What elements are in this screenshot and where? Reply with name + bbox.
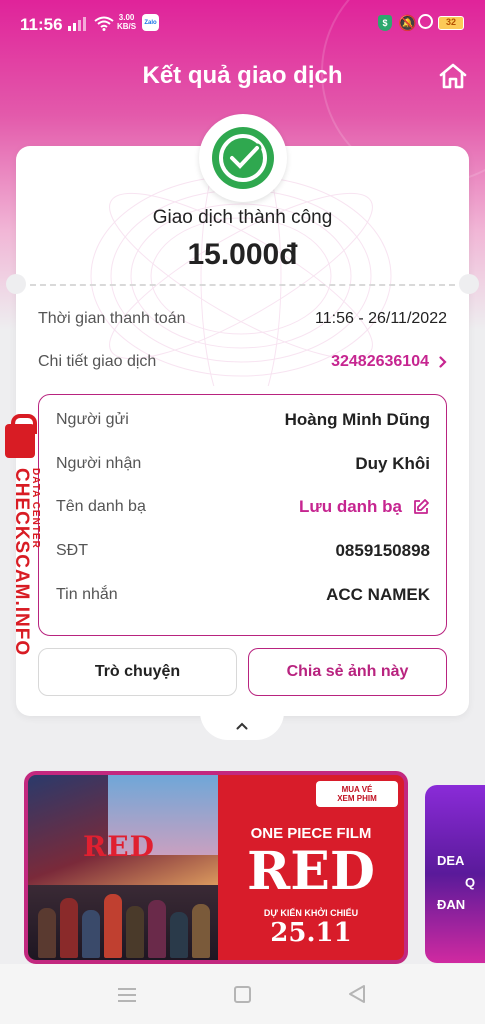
- card-notch-right: [459, 274, 479, 294]
- network-speed-value: 3.00: [118, 13, 135, 22]
- release-date: 25.11: [270, 918, 352, 948]
- back-icon[interactable]: [348, 984, 366, 1004]
- secondary-promo-line-3: ĐAN: [437, 897, 466, 912]
- secondary-promo-banner[interactable]: DEA Q ĐAN: [425, 785, 485, 963]
- recent-apps-icon[interactable]: [118, 988, 136, 1006]
- poster-title: RED: [83, 830, 155, 863]
- system-navigation-bar: [0, 964, 485, 1024]
- contact-name-label: Tên danh bạ: [56, 498, 146, 515]
- save-contact-label: Lưu danh bạ: [299, 497, 402, 516]
- phone-number: 0859150898: [335, 541, 430, 560]
- transaction-id: 32482636104: [331, 353, 429, 370]
- card-notch-left: [6, 274, 26, 294]
- dashed-divider: [30, 284, 455, 286]
- receiver-label: Người nhận: [56, 455, 142, 472]
- transaction-detail-link[interactable]: 32482636104: [331, 353, 447, 371]
- nav-home-icon[interactable]: [234, 986, 251, 1003]
- network-speed: 3.00 KB/S: [117, 13, 136, 31]
- signal-icon: [68, 17, 86, 31]
- secondary-promo-line-1: DEA: [437, 853, 465, 868]
- message-content: ACC NAMEK: [326, 585, 430, 604]
- film-title: RED: [247, 841, 375, 902]
- page-title: Kết quả giao dịch: [142, 62, 343, 89]
- network-speed-unit: KB/S: [117, 22, 137, 31]
- transaction-status: Giao dịch thành công: [152, 207, 333, 228]
- status-time: 11:56: [20, 15, 63, 34]
- edit-icon: [414, 499, 429, 514]
- security-shield-icon: $: [378, 15, 392, 31]
- movie-promo-panel: MUA VÉ XEM PHIM ONE PIECE FILM RED DỰ KI…: [218, 775, 404, 960]
- transaction-details-box: Người gửi Hoàng Minh Dũng Người nhận Duy…: [38, 394, 447, 636]
- movie-poster-image: RED: [28, 775, 218, 960]
- payment-time-label: Thời gian thanh toán: [38, 310, 186, 327]
- share-image-button[interactable]: Chia sẻ ảnh này: [248, 648, 447, 696]
- wifi-icon: [94, 16, 114, 31]
- poster-characters: [28, 885, 218, 960]
- chevron-up-icon: [236, 722, 248, 730]
- phone-label: SĐT: [56, 542, 88, 559]
- film-name: ONE PIECE FILM: [250, 825, 372, 842]
- release-subtitle: DỰ KIẾN KHỞI CHIẾU: [263, 908, 359, 918]
- checkscam-watermark: CHECKSCAM.INFO DATA CENTER: [2, 414, 52, 660]
- chat-button[interactable]: Trò chuyện: [38, 648, 237, 696]
- check-circle-icon: [212, 127, 274, 189]
- sender-label: Người gửi: [56, 411, 129, 428]
- battery-icon: 32: [438, 16, 464, 30]
- payment-time-value: 11:56 - 26/11/2022: [315, 310, 447, 327]
- collapse-toggle[interactable]: [200, 712, 284, 740]
- movie-promo-banner[interactable]: RED MUA VÉ XEM PHIM ONE PIECE FILM RED D…: [24, 771, 408, 964]
- watermark-sub-text: DATA CENTER: [30, 468, 41, 549]
- message-label: Tin nhắn: [56, 586, 118, 603]
- mute-icon: 🔕: [398, 15, 417, 32]
- lock-icon: [5, 414, 37, 458]
- secondary-promo-text: DEA Q ĐAN: [437, 850, 475, 916]
- secondary-promo-line-2: Q: [465, 875, 476, 890]
- alarm-icon: [418, 14, 433, 29]
- save-contact-button[interactable]: Lưu danh bạ: [299, 497, 430, 517]
- watermark-main-text: CHECKSCAM.INFO: [11, 468, 32, 657]
- buy-ticket-tag: MUA VÉ XEM PHIM: [316, 781, 398, 807]
- status-bar: 11:56 3.00 KB/S Zalo $ 🔕 32: [0, 0, 485, 50]
- chevron-right-icon: [439, 356, 447, 368]
- zalo-icon: Zalo: [142, 14, 159, 31]
- receiver-name: Duy Khôi: [355, 454, 430, 473]
- buy-ticket-line-1: MUA VÉ: [341, 785, 373, 794]
- transaction-detail-label: Chi tiết giao dịch: [38, 353, 157, 370]
- buy-ticket-line-2: XEM PHIM: [337, 794, 377, 803]
- success-badge: [199, 114, 287, 202]
- home-icon[interactable]: [438, 62, 468, 90]
- sender-name: Hoàng Minh Dũng: [284, 410, 430, 429]
- transaction-amount: 15.000đ: [187, 238, 298, 271]
